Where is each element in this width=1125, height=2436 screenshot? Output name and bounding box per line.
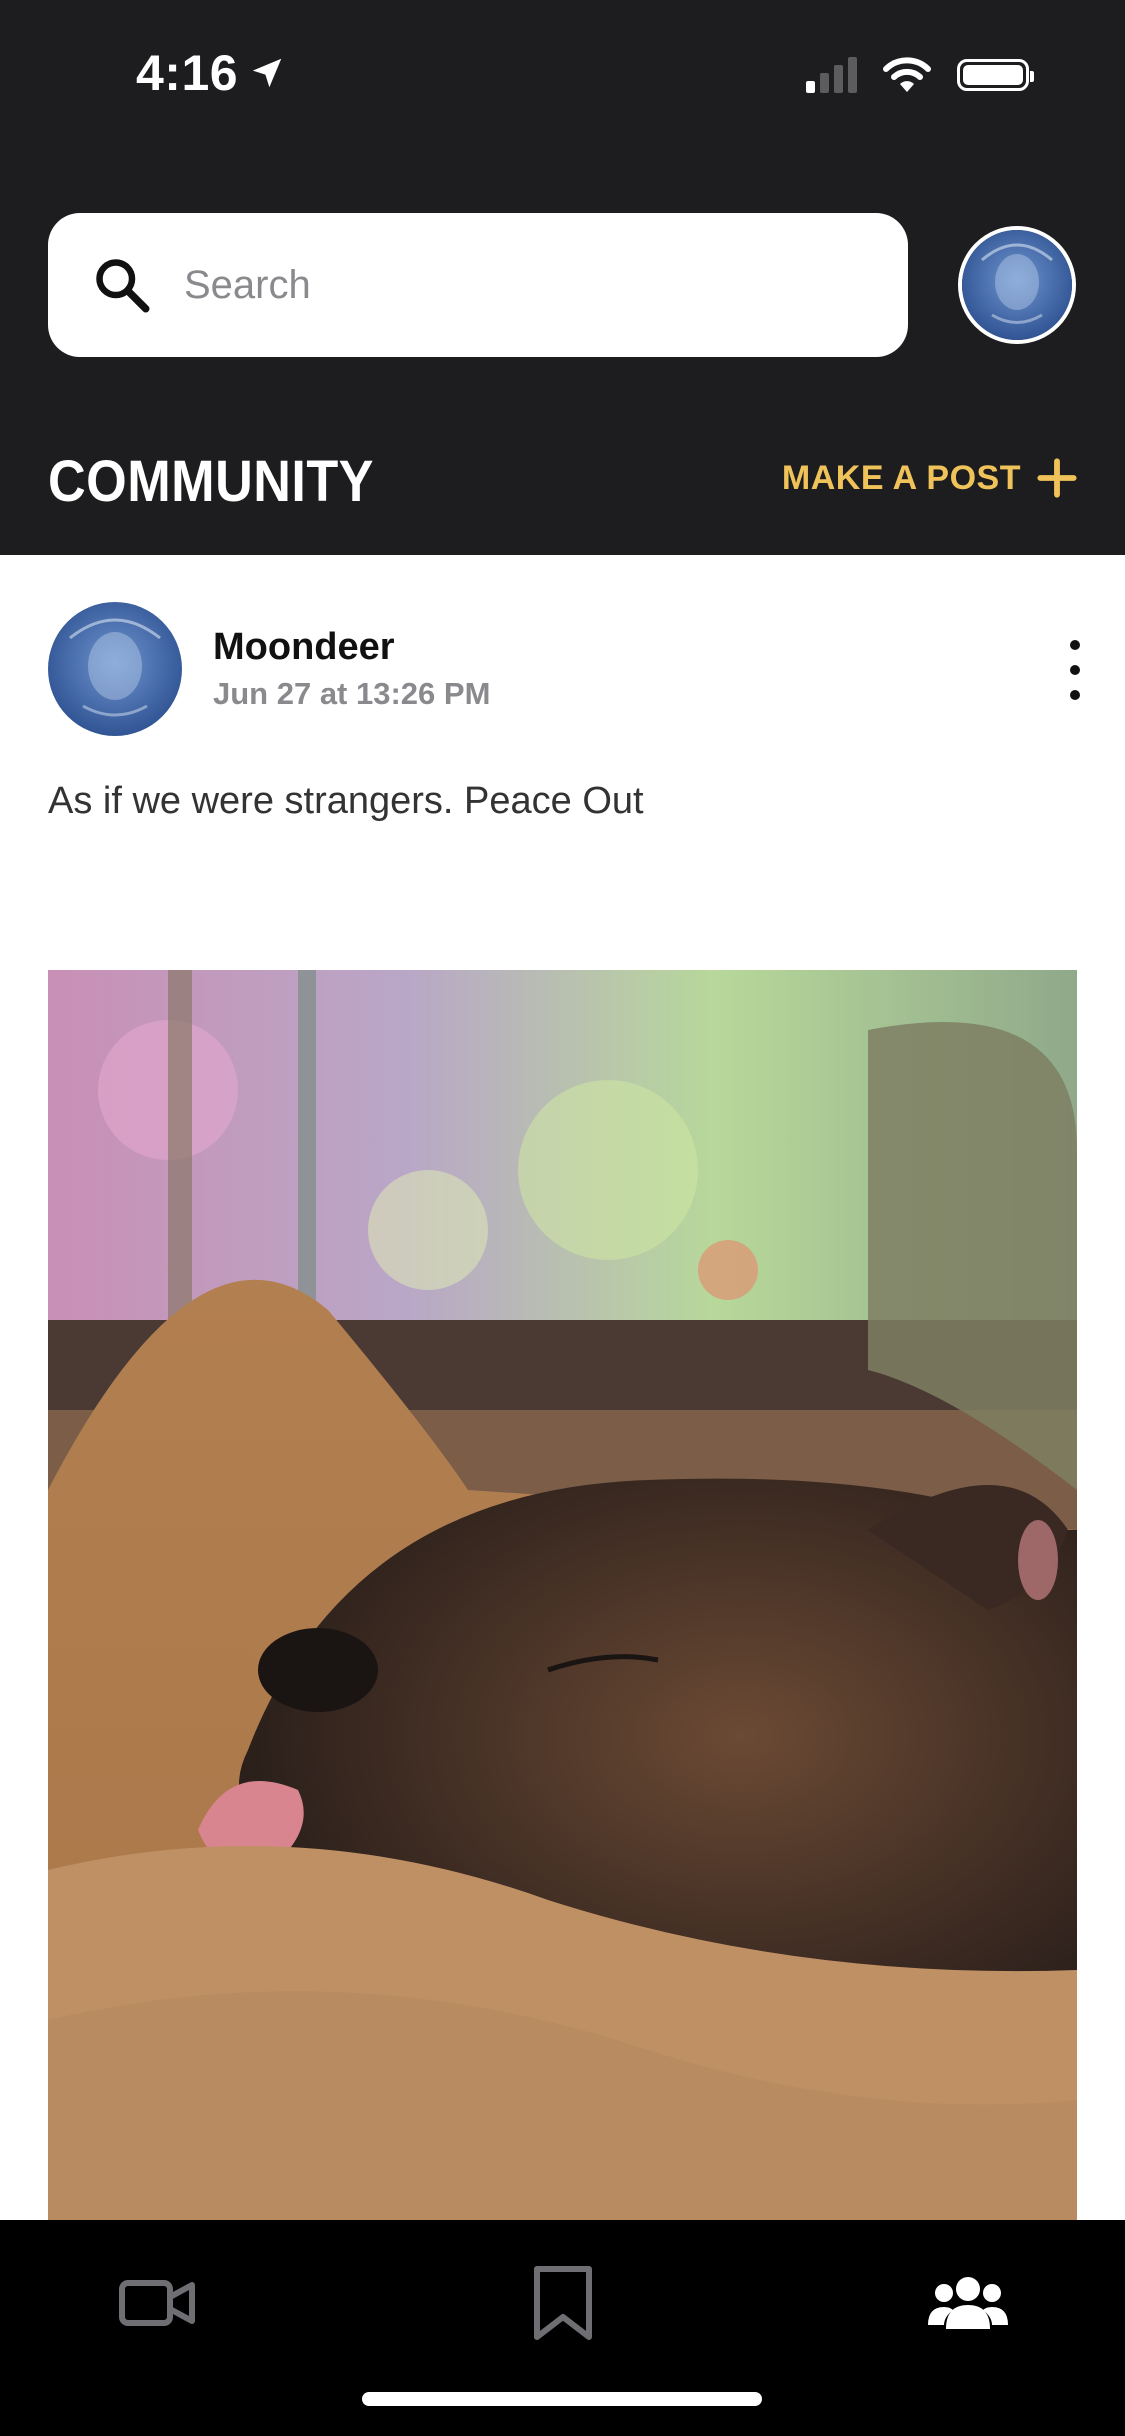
search-input[interactable] [182,261,836,309]
app-header: 4:16 Search COMMUNITY MAKE A POST [0,0,1125,555]
bookmark-icon [534,2266,592,2340]
location-arrow-icon [252,58,282,88]
post-body: As if we were strangers. Peace Out [48,780,644,822]
video-camera-icon [119,2280,195,2326]
tab-videos[interactable] [98,2248,218,2358]
avatar-image [962,230,1072,340]
status-indicators [806,56,1034,94]
status-time-text: 4:16 [136,45,239,101]
author-avatar-image [48,602,182,736]
make-post-label: MAKE A POST [781,458,1021,497]
post-timestamp: Jun 27 at 13:26 PM [213,676,491,711]
tab-saved[interactable] [503,2248,623,2358]
plus-icon [1037,458,1077,498]
make-post-button[interactable]: MAKE A POST [782,458,1077,498]
more-vertical-icon[interactable] [1055,640,1095,700]
page-title: COMMUNITY [48,449,374,514]
battery-icon [957,59,1034,91]
signal-icon [806,57,857,93]
author-avatar[interactable] [48,602,182,736]
profile-avatar[interactable] [958,226,1076,344]
post-author[interactable]: Moondeer [213,626,395,669]
post-image[interactable] [48,970,1077,2220]
status-time: 4:16 [136,44,286,102]
users-icon [928,2277,1008,2329]
home-indicator[interactable] [362,2392,762,2406]
wifi-icon [883,57,931,92]
tab-community[interactable] [908,2248,1028,2358]
search-bar[interactable] [48,213,908,357]
dog-photo [48,970,1077,2220]
search-icon [96,259,150,313]
